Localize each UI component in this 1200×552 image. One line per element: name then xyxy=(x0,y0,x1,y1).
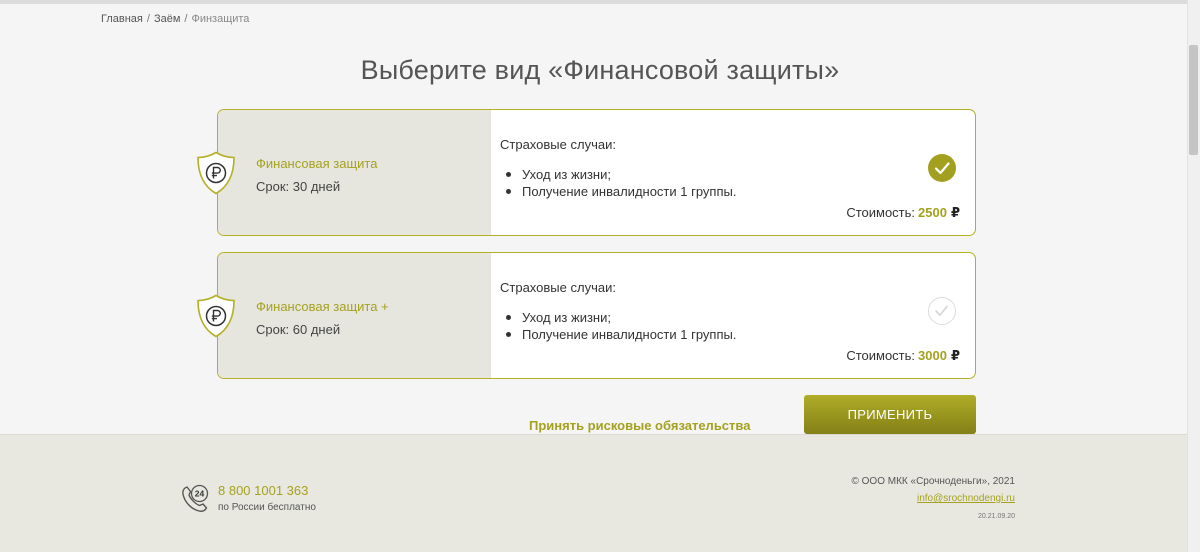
scrollbar-thumb[interactable] xyxy=(1189,45,1198,155)
price-amount: 3000 xyxy=(918,348,947,363)
shield-ruble-icon xyxy=(196,294,236,338)
list-item: Получение инвалидности 1 группы. xyxy=(500,326,736,343)
footer: 24 8 800 1001 363 по России бесплатно © … xyxy=(0,434,1187,552)
breadcrumb: Главная / Заём / Финзащита xyxy=(101,13,249,25)
price-label: Стоимость: xyxy=(846,205,916,220)
shield-ruble-icon xyxy=(196,151,236,195)
price-amount: 2500 xyxy=(918,205,947,220)
top-border xyxy=(0,0,1200,4)
plan-details: Страховые случаи: Уход из жизни; Получен… xyxy=(491,110,975,235)
plan-details: Страховые случаи: Уход из жизни; Получен… xyxy=(491,253,975,378)
insurance-cases-title: Страховые случаи: xyxy=(500,137,616,152)
price-label: Стоимость: xyxy=(846,348,916,363)
plan-term: Срок: 60 дней xyxy=(256,322,341,337)
plan-card-plus[interactable]: Финансовая защита + Срок: 60 дней Страхо… xyxy=(217,252,976,379)
plan-card-standard[interactable]: Финансовая защита Срок: 30 дней Страховы… xyxy=(217,109,976,236)
insurance-cases-title: Страховые случаи: xyxy=(500,280,616,295)
currency-symbol: ₽ xyxy=(950,205,960,220)
phone-number[interactable]: 8 800 1001 363 xyxy=(218,483,308,498)
page-title: Выберите вид «Финансовой защиты» xyxy=(360,55,840,85)
list-item: Уход из жизни; xyxy=(500,166,736,183)
insurance-cases-list: Уход из жизни; Получение инвалидности 1 … xyxy=(500,309,736,343)
breadcrumb-current: Финзащита xyxy=(191,13,250,25)
breadcrumb-separator: / xyxy=(146,13,150,25)
currency-symbol: ₽ xyxy=(950,348,960,363)
breadcrumb-loan[interactable]: Заём xyxy=(154,13,180,25)
breadcrumb-home[interactable]: Главная xyxy=(101,13,143,25)
email-link[interactable]: info@srochnodengi.ru xyxy=(917,493,1015,504)
insurance-cases-list: Уход из жизни; Получение инвалидности 1 … xyxy=(500,166,736,200)
list-item: Получение инвалидности 1 группы. xyxy=(500,183,736,200)
breadcrumb-separator: / xyxy=(184,13,188,25)
plan-name: Финансовая защита xyxy=(256,156,378,171)
accept-risk-obligations-link[interactable]: Принять рисковые обязательства xyxy=(529,418,750,433)
copyright: © ООО МКК «Срочноденьги», 2021 xyxy=(851,476,1015,487)
plan-price: Стоимость: 2500 ₽ xyxy=(846,205,960,221)
phone-24-badge: 24 xyxy=(195,489,205,499)
phone-note: по России бесплатно xyxy=(218,502,316,513)
plan-summary: Финансовая защита Срок: 30 дней xyxy=(218,110,491,235)
plan-price: Стоимость: 3000 ₽ xyxy=(846,348,960,364)
plan-unselected-check-icon[interactable] xyxy=(928,297,956,325)
phone-24-icon: 24 xyxy=(178,482,212,516)
plan-name: Финансовая защита + xyxy=(256,299,389,314)
plan-term: Срок: 30 дней xyxy=(256,179,341,194)
list-item: Уход из жизни; xyxy=(500,309,736,326)
plan-selected-check-icon[interactable] xyxy=(928,154,956,182)
version: 20.21.09.20 xyxy=(978,513,1015,520)
apply-button[interactable]: ПРИМЕНИТЬ xyxy=(804,395,976,434)
plan-summary: Финансовая защита + Срок: 60 дней xyxy=(218,253,491,378)
scrollbar[interactable] xyxy=(1187,0,1200,552)
